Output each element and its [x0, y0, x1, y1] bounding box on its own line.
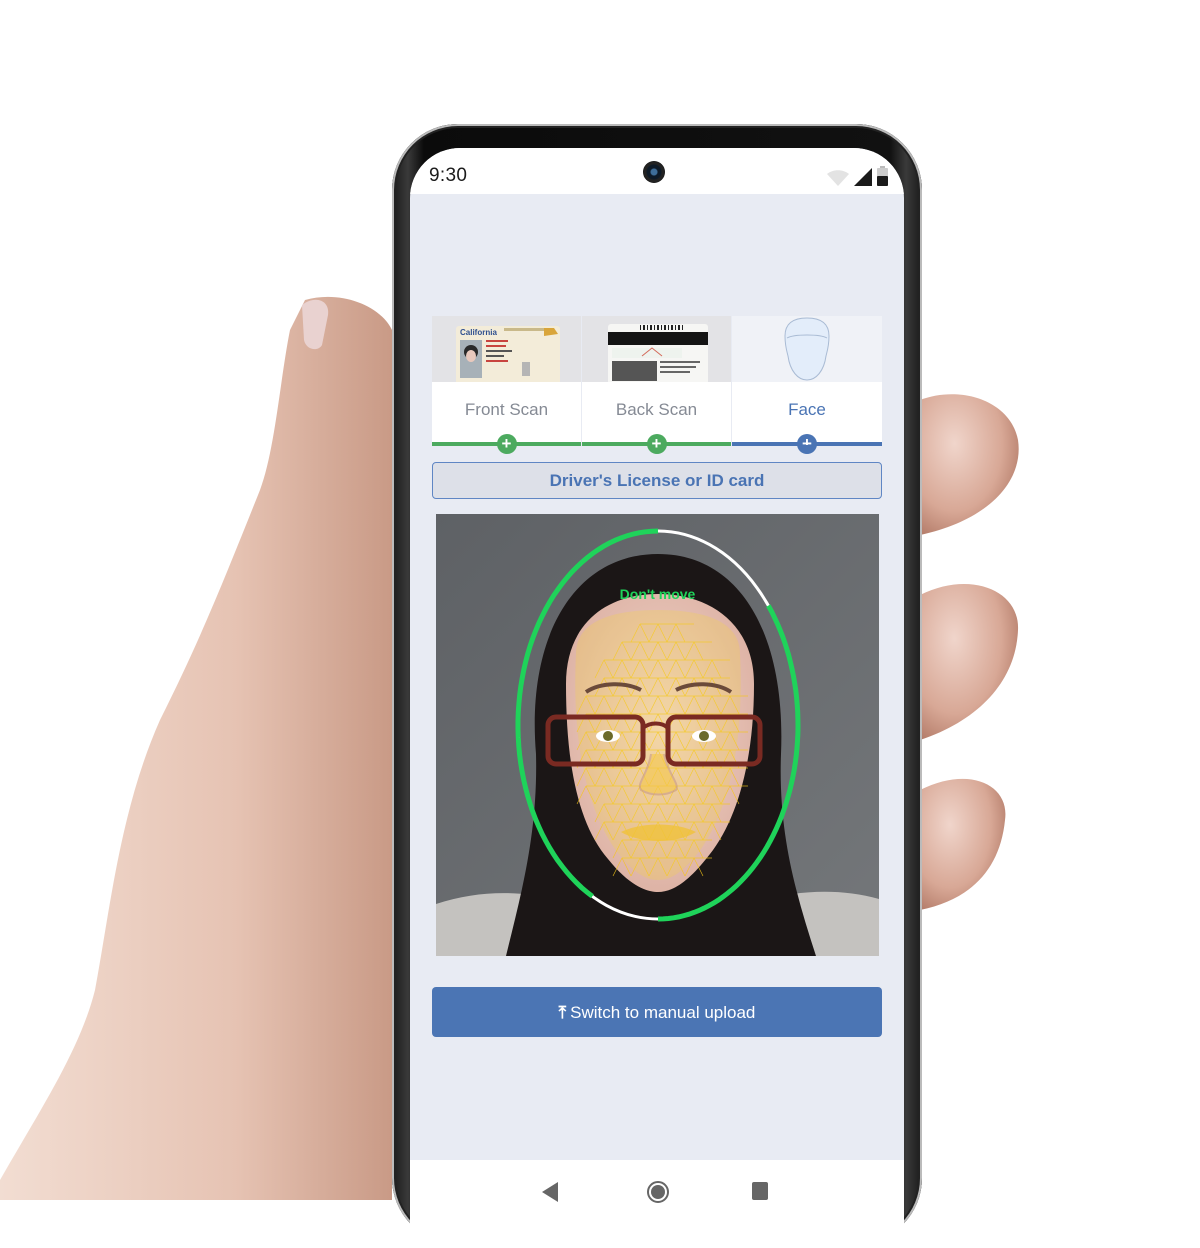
step-label: Face [788, 400, 826, 419]
svg-text:California: California [460, 328, 497, 337]
status-time: 9:30 [429, 165, 468, 186]
recents-icon[interactable] [752, 1182, 768, 1205]
document-type-selector[interactable]: Driver's License or ID card [432, 462, 882, 499]
camera-preview: Don't move [436, 514, 879, 956]
android-nav-bar [410, 1160, 904, 1248]
step-label: Back Scan [615, 400, 698, 419]
face-silhouette-thumbnail [732, 316, 882, 382]
home-icon[interactable] [646, 1180, 670, 1209]
switch-to-manual-upload-button[interactable]: ⤒ Switch to manual upload [432, 987, 882, 1037]
cellular-signal-icon [854, 168, 872, 191]
step-back-scan[interactable]: Back Scan + [582, 316, 731, 454]
wifi-icon [827, 170, 849, 191]
back-icon[interactable] [542, 1182, 558, 1207]
step-label: Front Scan [464, 400, 549, 419]
phone-frame: 9:30 California Front Scan + Back Scan +… [392, 124, 922, 1248]
hand-left [0, 290, 420, 1200]
upload-button-label: Switch to manual upload [570, 1003, 756, 1022]
plus-icon: + [797, 434, 817, 454]
guidance-text: Don't move [619, 586, 696, 602]
plus-icon: + [496, 434, 517, 454]
status-bar: 9:30 [410, 148, 904, 194]
step-front-scan[interactable]: California Front Scan + [432, 316, 581, 454]
upload-icon: ⤒ [558, 1003, 567, 1022]
capture-steps: California Front Scan + Back Scan + Face… [432, 316, 882, 454]
phone-screen: 9:30 California Front Scan + Back Scan +… [410, 148, 904, 1248]
front-camera [643, 161, 665, 183]
id-card-front-thumbnail: California [432, 316, 581, 382]
battery-icon [877, 166, 888, 191]
id-card-back-thumbnail [582, 316, 731, 382]
plus-icon: + [646, 434, 667, 454]
camera-feed [436, 514, 879, 956]
step-face[interactable]: Face + [732, 316, 882, 454]
